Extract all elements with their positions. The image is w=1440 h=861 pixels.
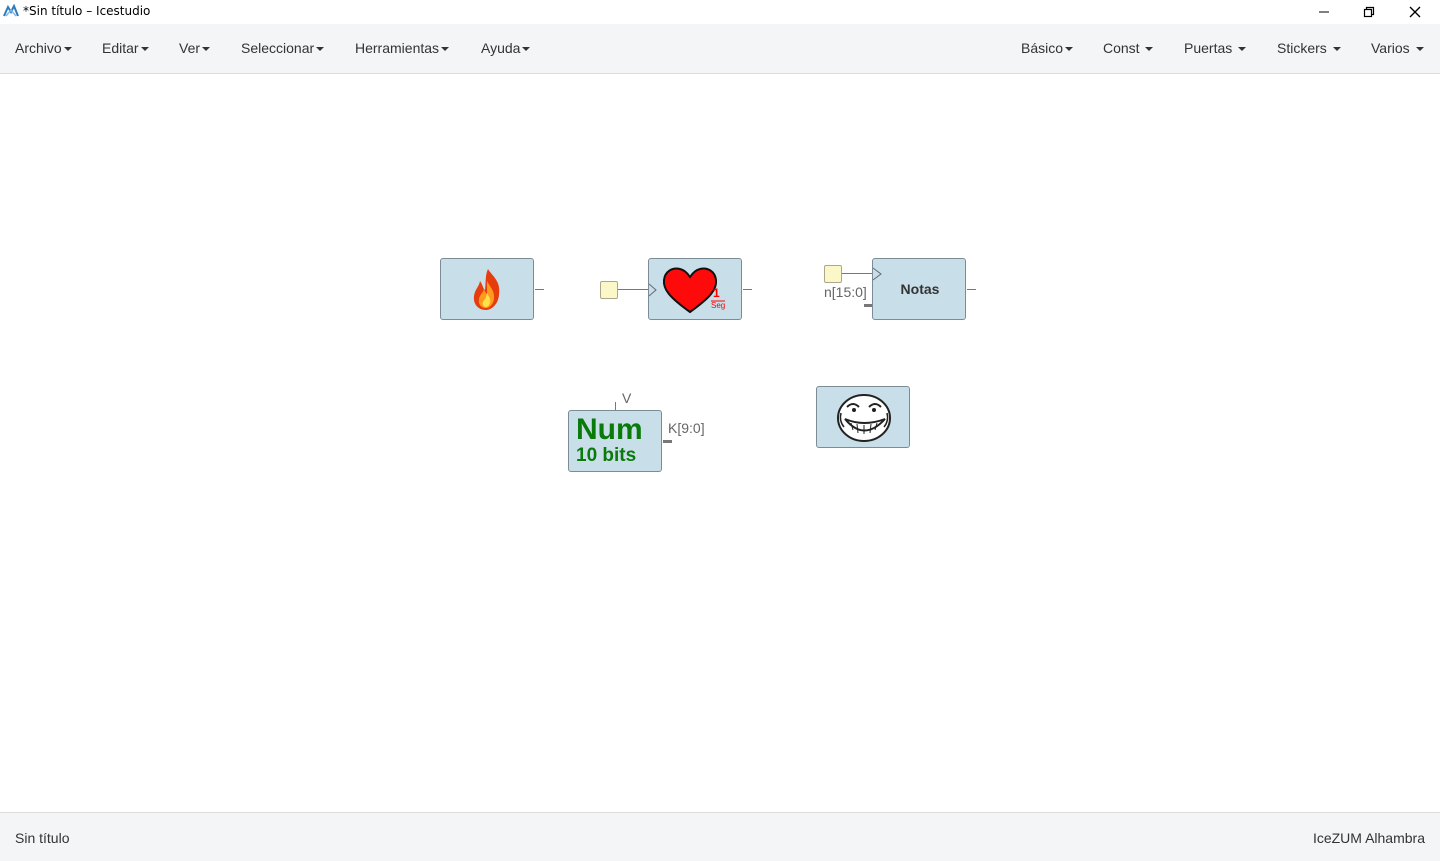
num-top-port-label: V bbox=[622, 390, 632, 406]
window-title: *Sin título – Icestudio bbox=[23, 4, 151, 18]
num-output-port-label: K[9:0] bbox=[668, 420, 705, 436]
num-block[interactable]: Num 10 bits bbox=[568, 410, 662, 472]
menu-basico-label: Básico bbox=[1021, 40, 1064, 56]
notas-block[interactable]: Notas bbox=[872, 258, 966, 320]
fire-output-port[interactable] bbox=[535, 289, 544, 290]
heart-output-port[interactable] bbox=[743, 289, 752, 290]
heart-period-value: 1 bbox=[713, 286, 720, 300]
fire-block[interactable] bbox=[440, 258, 534, 320]
menu-varios[interactable]: Varios bbox=[1371, 40, 1424, 56]
menu-stickers[interactable]: Stickers bbox=[1277, 40, 1341, 56]
caret-down-icon bbox=[1238, 47, 1247, 52]
caret-down-icon bbox=[1415, 47, 1424, 52]
caret-down-icon bbox=[140, 47, 149, 52]
heart-input-wire bbox=[618, 289, 650, 290]
menu-ver-label: Ver bbox=[179, 40, 201, 56]
menu-basico[interactable]: Básico bbox=[1021, 40, 1074, 56]
menu-editar[interactable]: Editar bbox=[102, 40, 149, 56]
status-file-name: Sin título bbox=[15, 830, 70, 846]
fire-icon bbox=[473, 269, 500, 310]
minimize-button[interactable] bbox=[1301, 0, 1347, 24]
menu-ayuda-label: Ayuda bbox=[481, 40, 521, 56]
minimize-icon bbox=[1319, 11, 1329, 13]
notas-label: Notas bbox=[900, 281, 940, 297]
heartbeat-block[interactable]: 1 Seg bbox=[648, 258, 742, 320]
num-subtitle: 10 bits bbox=[576, 445, 637, 466]
status-bar: Sin título IceZUM Alhambra bbox=[0, 812, 1440, 861]
menu-ayuda[interactable]: Ayuda bbox=[481, 40, 531, 56]
status-board-name[interactable]: IceZUM Alhambra bbox=[1313, 830, 1425, 846]
num-title: Num bbox=[576, 413, 643, 446]
notas-output-port[interactable] bbox=[967, 289, 976, 290]
num-top-port[interactable] bbox=[615, 402, 616, 410]
caret-down-icon bbox=[202, 47, 211, 52]
notas-port-label: n[15:0] bbox=[824, 284, 867, 300]
caret-down-icon bbox=[441, 47, 450, 52]
menu-const-label: Const bbox=[1103, 40, 1140, 56]
restore-button[interactable] bbox=[1346, 0, 1392, 24]
menu-puertas[interactable]: Puertas bbox=[1184, 40, 1247, 56]
icestudio-logo-icon bbox=[3, 4, 19, 17]
design-canvas[interactable]: 1 Seg n[15:0] Notas V Num 10 bits K[9:0] bbox=[0, 74, 1440, 812]
close-button[interactable] bbox=[1392, 0, 1438, 24]
menu-seleccionar-label: Seleccionar bbox=[241, 40, 315, 56]
menu-ver[interactable]: Ver bbox=[179, 40, 211, 56]
menu-herramientas[interactable]: Herramientas bbox=[355, 40, 450, 56]
title-bar: *Sin título – Icestudio bbox=[0, 0, 1440, 24]
trollface-icon bbox=[837, 394, 891, 442]
menu-puertas-label: Puertas bbox=[1184, 40, 1233, 56]
trollface-block[interactable] bbox=[816, 386, 910, 448]
menu-const[interactable]: Const bbox=[1103, 40, 1154, 56]
menu-varios-label: Varios bbox=[1371, 40, 1410, 56]
notas-input-wire bbox=[842, 273, 874, 274]
menu-seleccionar[interactable]: Seleccionar bbox=[241, 40, 325, 56]
menu-bar: Archivo Editar Ver Seleccionar Herramien… bbox=[0, 24, 1440, 74]
caret-down-icon bbox=[316, 47, 325, 52]
caret-down-icon bbox=[1332, 47, 1341, 52]
restore-icon bbox=[1363, 6, 1375, 18]
heart-period-unit: Seg bbox=[711, 301, 726, 310]
caret-down-icon bbox=[63, 47, 72, 52]
menu-archivo-label: Archivo bbox=[15, 40, 62, 56]
caret-down-icon bbox=[522, 47, 531, 52]
heart-input-port[interactable] bbox=[600, 281, 618, 299]
num-output-port[interactable] bbox=[663, 440, 672, 443]
menu-stickers-label: Stickers bbox=[1277, 40, 1327, 56]
caret-down-icon bbox=[1065, 47, 1074, 52]
heart-icon bbox=[649, 267, 725, 314]
menu-herramientas-label: Herramientas bbox=[355, 40, 440, 56]
caret-down-icon bbox=[1145, 47, 1154, 52]
notas-input-port[interactable] bbox=[824, 265, 842, 283]
close-icon bbox=[1409, 6, 1421, 18]
menu-archivo[interactable]: Archivo bbox=[15, 40, 72, 56]
menu-editar-label: Editar bbox=[102, 40, 139, 56]
notas-bus-marker bbox=[864, 304, 872, 307]
